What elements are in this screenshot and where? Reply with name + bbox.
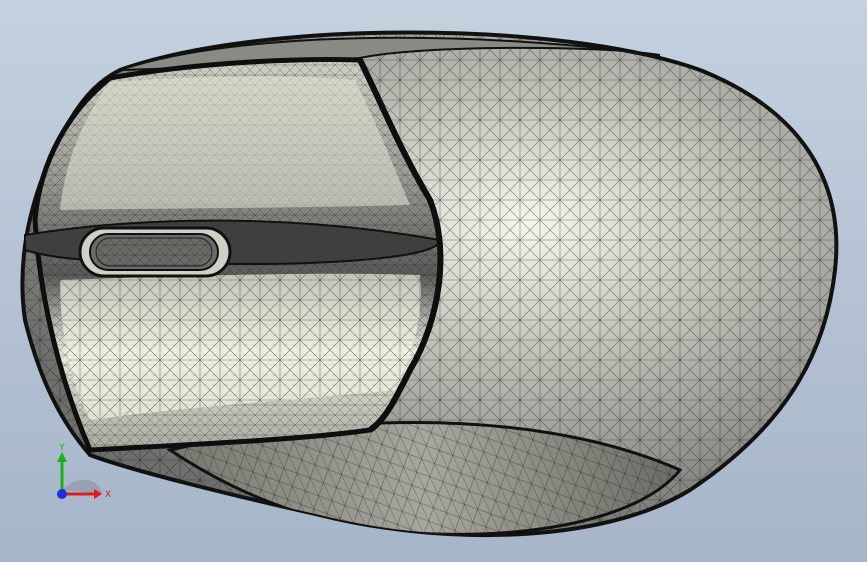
y-axis-head bbox=[57, 452, 67, 462]
graphics-viewport[interactable]: Y X bbox=[0, 0, 867, 562]
scroll-wheel bbox=[78, 226, 232, 278]
axis-triad: Y X bbox=[57, 443, 111, 500]
x-axis-label: X bbox=[105, 490, 111, 500]
y-axis-label: Y bbox=[58, 443, 65, 453]
z-axis-dot bbox=[57, 489, 67, 499]
mouse-mesh-model[interactable] bbox=[0, 0, 867, 562]
